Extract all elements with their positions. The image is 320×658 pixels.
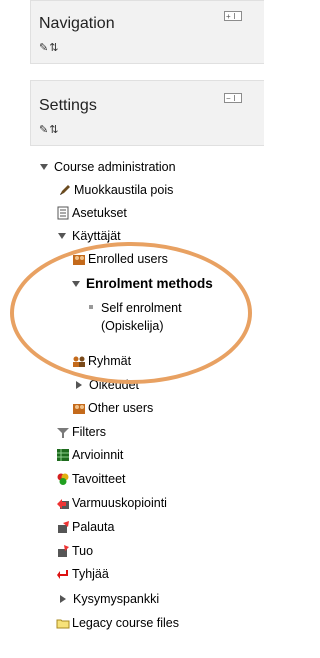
tree-other-users[interactable]: Other users — [72, 401, 153, 415]
tree-legacy-course-files[interactable]: Legacy course files — [56, 616, 179, 630]
backup-icon — [56, 496, 70, 510]
reset-icon — [56, 567, 70, 581]
tree-varmuuskopiointi[interactable]: Varmuuskopiointi — [56, 496, 167, 510]
tree-kayttajat[interactable]: Käyttäjät — [58, 229, 121, 243]
tree-kysymyspankki[interactable]: Kysymyspankki — [60, 592, 159, 606]
folder-icon — [56, 616, 70, 630]
navigation-toggle-button[interactable]: + — [224, 11, 242, 21]
tree-palauta[interactable]: Palauta — [56, 520, 114, 534]
users-icon — [72, 401, 86, 415]
tree-course-administration[interactable]: Course administration — [40, 160, 176, 174]
tree-arvioinnit[interactable]: Arvioinnit — [56, 448, 123, 462]
expand-right-icon — [60, 595, 66, 603]
tree-tavoitteet[interactable]: Tavoitteet — [56, 472, 126, 486]
grades-icon — [56, 448, 70, 462]
tree-filters[interactable]: Filters — [56, 425, 106, 439]
expand-right-icon — [76, 381, 82, 389]
tree-muokkaustila[interactable]: Muokkaustila pois — [58, 183, 173, 197]
navigation-move-controls[interactable]: ✎⇅ — [39, 41, 59, 54]
document-icon — [56, 206, 70, 220]
navigation-title[interactable]: Navigation — [39, 15, 115, 33]
expand-down-icon — [58, 233, 66, 239]
outcomes-icon — [56, 472, 70, 486]
import-icon — [56, 544, 70, 558]
navigation-block: Navigation + ✎⇅ — [30, 0, 264, 64]
settings-move-controls[interactable]: ✎⇅ — [39, 123, 59, 136]
settings-title[interactable]: Settings — [39, 97, 97, 115]
filter-icon — [56, 425, 70, 439]
highlight-ellipse — [10, 242, 252, 384]
tree-asetukset[interactable]: Asetukset — [56, 206, 127, 220]
tree-tuo[interactable]: Tuo — [56, 544, 93, 558]
expand-down-icon — [40, 164, 48, 170]
edit-pencil-icon — [58, 183, 72, 197]
restore-icon — [56, 520, 70, 534]
settings-toggle-button[interactable]: − — [224, 93, 242, 103]
tree-tyhjaa[interactable]: Tyhjää — [56, 567, 109, 581]
settings-block: Settings − ✎⇅ — [30, 80, 264, 146]
